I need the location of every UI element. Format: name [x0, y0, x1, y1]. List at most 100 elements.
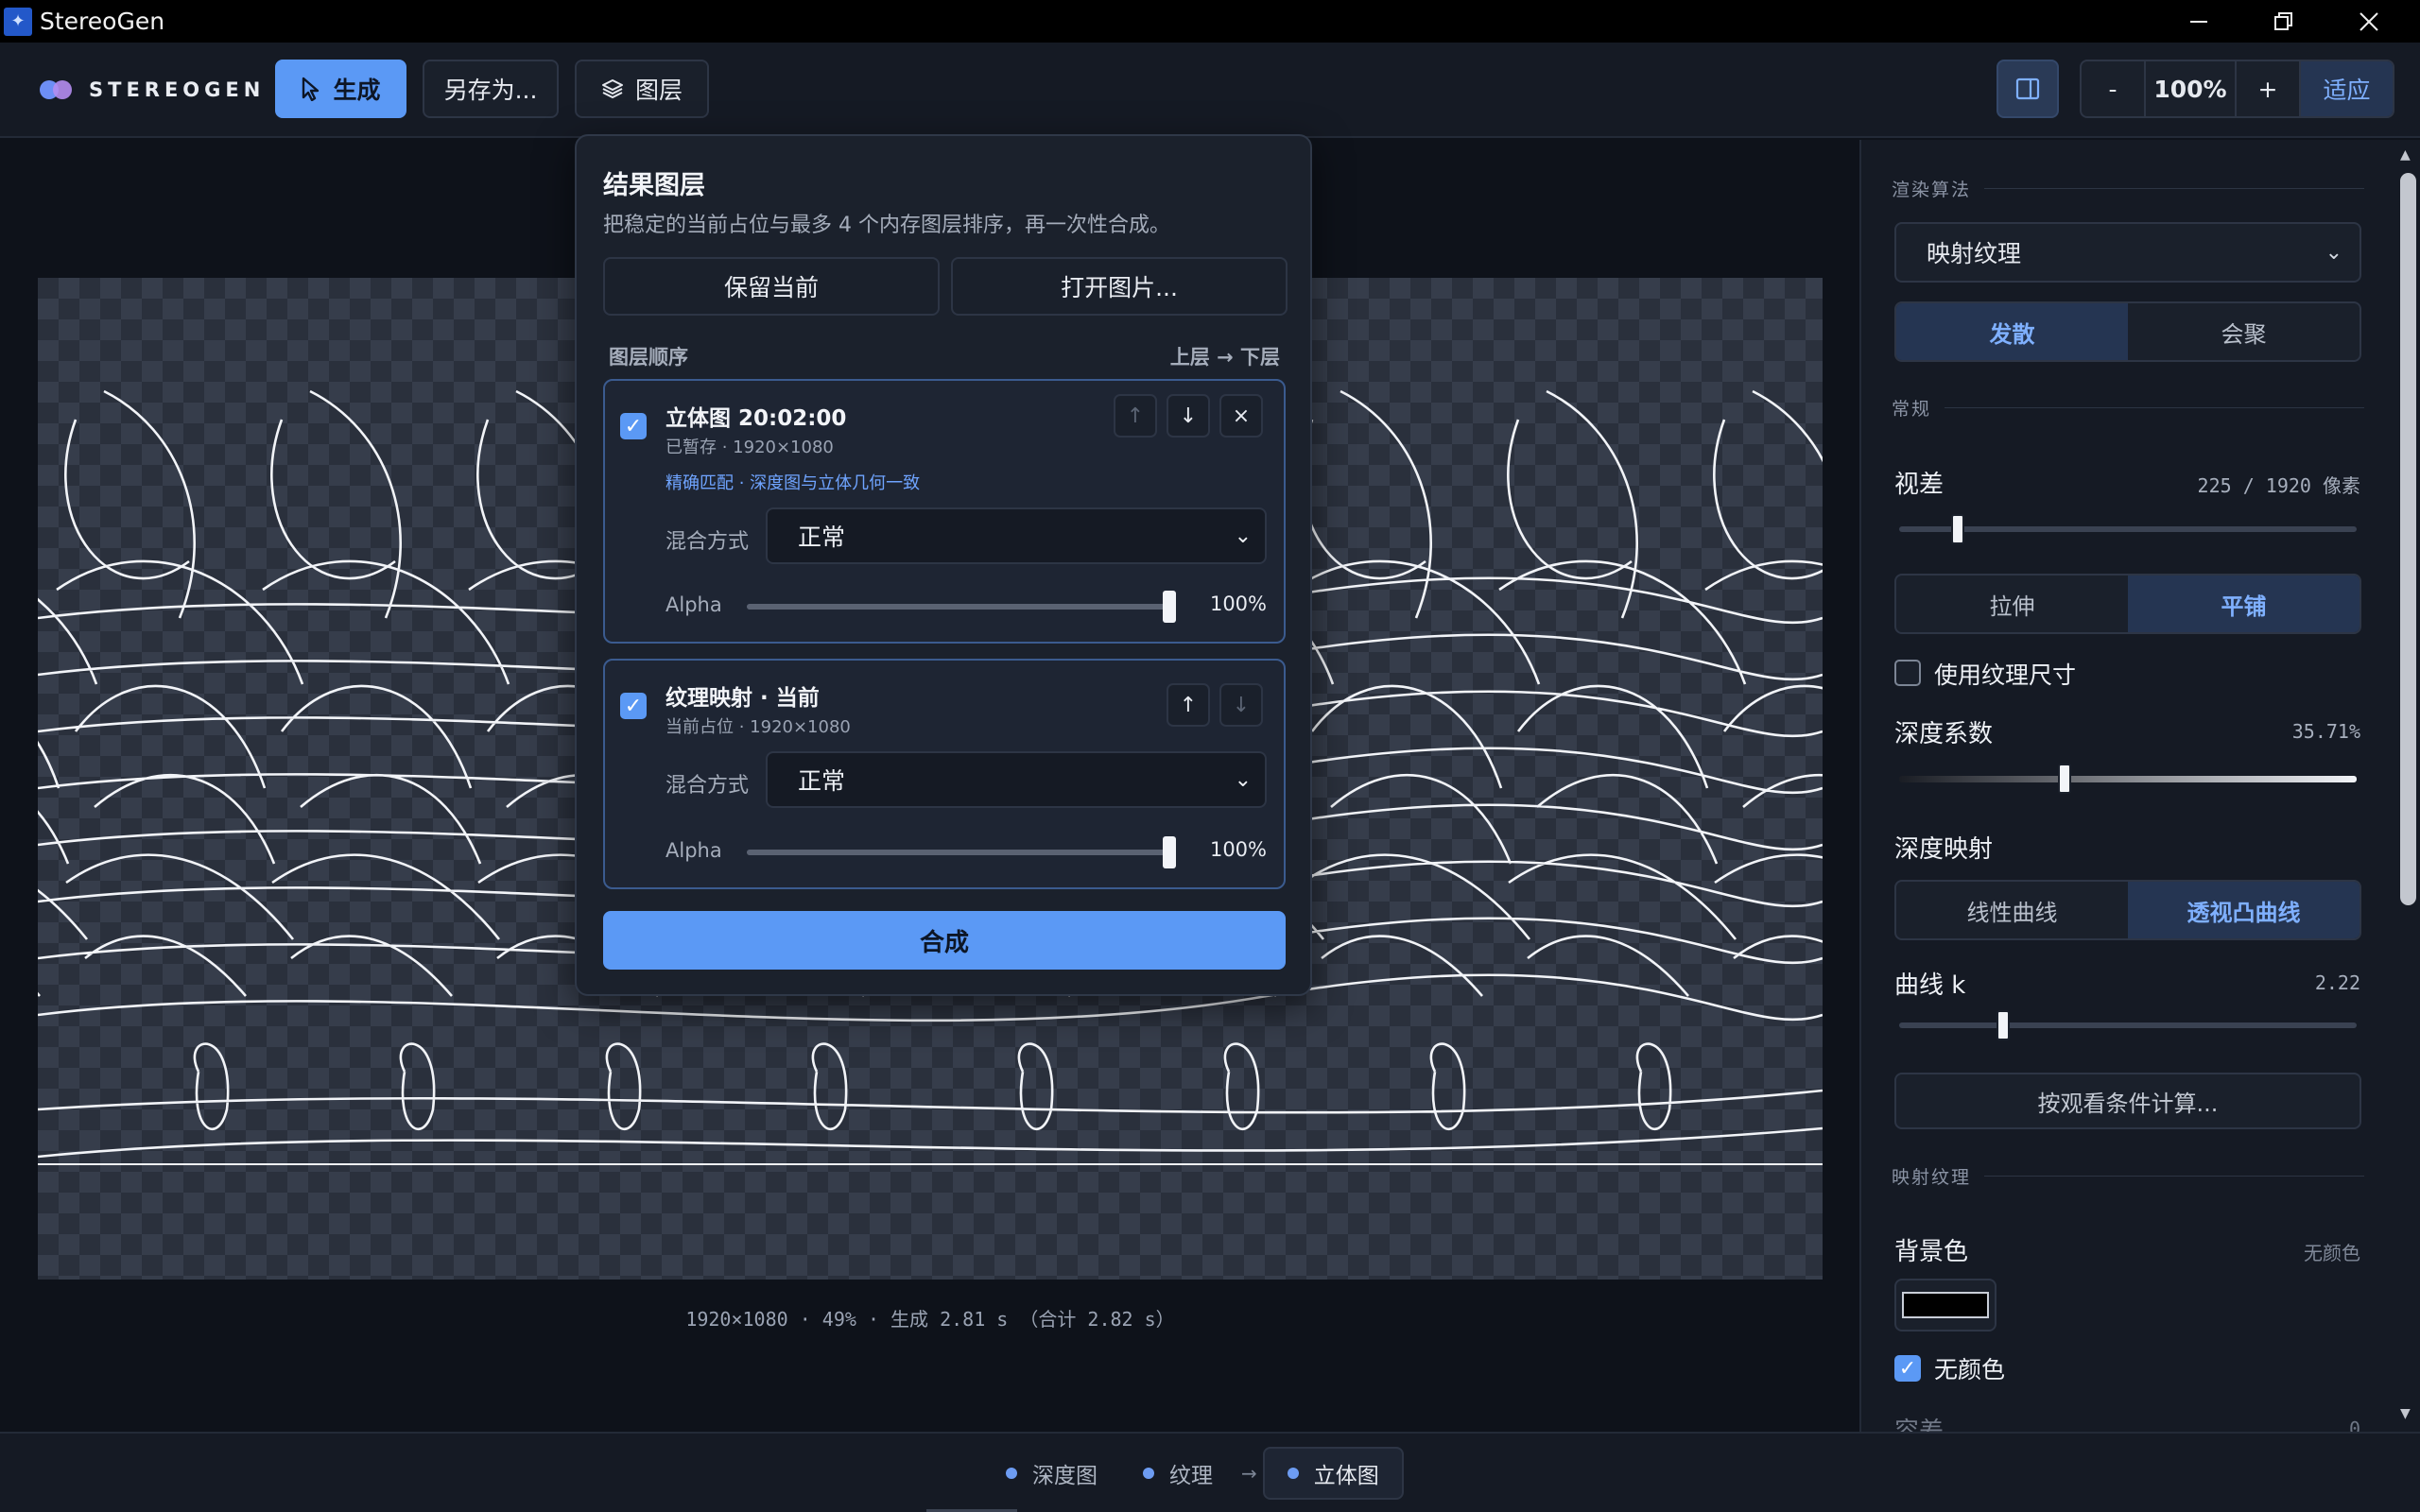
alpha-slider-fill	[747, 604, 1174, 610]
bg-color-label: 背景色	[1894, 1238, 1969, 1266]
blend-mode-select[interactable]: 正常 ⌄	[766, 507, 1267, 564]
zoom-in-button[interactable]: +	[2237, 61, 2301, 116]
sidebar-panel-icon	[2015, 77, 2040, 100]
bg-color-swatch[interactable]	[1894, 1279, 1996, 1332]
alpha-slider[interactable]	[747, 591, 1176, 623]
blend-mode-label: 混合方式	[666, 774, 750, 798]
canvas-status-text: 1920×1080 · 49% · 生成 2.81 s （合计 2.82 s）	[685, 1308, 1175, 1331]
alpha-slider-fill	[747, 850, 1174, 855]
perspective-curve-option[interactable]: 透视凸曲线	[2128, 882, 2360, 938]
keep-current-button[interactable]: 保留当前	[603, 257, 940, 316]
brand-logo: STEREOGEN	[40, 78, 265, 101]
alpha-slider[interactable]	[747, 836, 1176, 868]
zoom-level: 100%	[2146, 61, 2237, 116]
cursor-icon	[302, 77, 320, 101]
pipeline-bar: 深度图 纹理 → 立体图	[0, 1432, 2420, 1512]
scroll-up-icon[interactable]: ▲	[2400, 147, 2411, 163]
stretch-option[interactable]: 拉伸	[1896, 576, 2128, 632]
color-preview	[1902, 1292, 1989, 1318]
chevron-down-icon: ⌄	[1234, 524, 1252, 548]
layer-visible-checkbox[interactable]: ✓	[620, 693, 647, 719]
blend-mode-select[interactable]: 正常 ⌄	[766, 751, 1267, 808]
tolerance-label: 容差	[1894, 1418, 1945, 1432]
curve-k-value: 2.22	[2314, 971, 2360, 994]
scroll-down-icon[interactable]: ▼	[2400, 1406, 2411, 1421]
use-texture-size-checkbox[interactable]	[1894, 660, 1921, 686]
arrow-up-icon: ↑	[1179, 693, 1198, 717]
move-up-button[interactable]: ↑	[1114, 394, 1157, 438]
depth-factor-slider[interactable]	[1899, 764, 2357, 794]
linear-curve-option[interactable]: 线性曲线	[1896, 882, 2128, 938]
depth-factor-label: 深度系数	[1894, 720, 1994, 748]
settings-panel: 渲染算法 映射纹理 ⌄ 发散 会聚 常规 视差 225 / 1920 像素 拉伸…	[1859, 140, 2396, 1432]
depth-factor-value: 35.71%	[2291, 720, 2360, 743]
compose-button[interactable]: 合成	[603, 911, 1286, 970]
move-down-button[interactable]: ↓	[1167, 394, 1210, 438]
remove-layer-button[interactable]: ×	[1219, 394, 1263, 438]
layers-icon	[601, 79, 623, 99]
logo-text: STEREOGEN	[89, 78, 266, 101]
step-stereogram[interactable]: 立体图	[1262, 1447, 1404, 1500]
alpha-slider-thumb[interactable]	[1163, 591, 1176, 623]
open-image-button[interactable]: 打开图片...	[951, 257, 1288, 316]
blend-mode-value: 正常	[798, 524, 846, 551]
curve-k-slider[interactable]	[1899, 1010, 2357, 1040]
layer-visible-checkbox[interactable]: ✓	[620, 413, 647, 439]
parallax-label: 视差	[1894, 471, 1945, 499]
depth-factor-slider-thumb[interactable]	[2057, 764, 2071, 794]
layer-card: ✓ 纹理映射 · 当前 当前占位 · 1920×1080 ↑ ↓ 混合方式 正常…	[603, 659, 1286, 889]
settings-scrollbar[interactable]: ▲ ▼	[2396, 140, 2420, 1432]
layers-button[interactable]: 图层	[575, 60, 709, 118]
move-down-button[interactable]: ↓	[1219, 683, 1263, 727]
popover-title: 结果图层	[603, 171, 705, 200]
tolerance-value: 0	[2348, 1418, 2360, 1432]
divergent-option[interactable]: 发散	[1896, 303, 2128, 360]
layer-order-label: 图层顺序	[609, 346, 688, 369]
restore-icon[interactable]	[2243, 0, 2325, 43]
generate-button[interactable]: 生成	[275, 60, 406, 118]
layer-subtitle: 已暂存 · 1920×1080	[666, 438, 834, 457]
tile-mode-toggle: 拉伸 平铺	[1894, 574, 2361, 634]
texture-section-header: 映射纹理	[1892, 1163, 2364, 1189]
scrollbar-thumb[interactable]	[2400, 173, 2416, 905]
parallax-slider[interactable]	[1899, 514, 2357, 544]
step-depth-map[interactable]: 深度图	[983, 1447, 1120, 1500]
step-dot-icon	[1143, 1468, 1154, 1479]
blend-mode-label: 混合方式	[666, 530, 750, 554]
layer-order-direction: 上层 → 下层	[1169, 346, 1280, 369]
step-texture[interactable]: 纹理	[1120, 1447, 1236, 1500]
general-section-header: 常规	[1892, 395, 2364, 421]
move-up-button[interactable]: ↑	[1167, 683, 1210, 727]
zoom-controls: - 100% + 适应	[2080, 60, 2394, 118]
fit-button[interactable]: 适应	[2301, 61, 2393, 116]
algorithm-select[interactable]: 映射纹理 ⌄	[1894, 222, 2361, 283]
layer-match-note: 精确匹配 · 深度图与立体几何一致	[666, 473, 921, 493]
depth-mapping-toggle: 线性曲线 透视凸曲线	[1894, 880, 2361, 940]
curve-k-slider-thumb[interactable]	[1996, 1010, 2011, 1040]
compute-by-viewing-button[interactable]: 按观看条件计算...	[1894, 1073, 2361, 1129]
tile-option[interactable]: 平铺	[2128, 576, 2360, 632]
alpha-slider-thumb[interactable]	[1163, 836, 1176, 868]
close-icon[interactable]	[2328, 0, 2410, 43]
pipeline-steps: 深度图 纹理 → 立体图	[983, 1447, 1404, 1500]
alpha-label: Alpha	[666, 839, 722, 862]
no-color-checkbox[interactable]: ✓	[1894, 1355, 1921, 1382]
use-texture-size-label: 使用纹理尺寸	[1934, 662, 2077, 689]
convergent-option[interactable]: 会聚	[2128, 303, 2360, 360]
bg-color-value: 无颜色	[2304, 1242, 2360, 1264]
parallax-slider-thumb[interactable]	[1950, 514, 1964, 544]
zoom-out-button[interactable]: -	[2082, 61, 2146, 116]
toggle-panel-button[interactable]	[1996, 60, 2059, 118]
alpha-label: Alpha	[666, 593, 722, 616]
save-as-button[interactable]: 另存为...	[423, 60, 559, 118]
pipeline-arrow: →	[1241, 1462, 1257, 1485]
toolbar: STEREOGEN 生成 另存为... 图层 - 100% + 适应	[0, 43, 2420, 138]
layers-label: 图层	[634, 77, 683, 104]
layer-name: 立体图 20:02:00	[666, 406, 847, 431]
logo-dots-icon	[40, 79, 74, 100]
minimize-icon[interactable]	[2158, 0, 2239, 43]
chevron-down-icon: ⌄	[1234, 768, 1252, 792]
no-color-label: 无颜色	[1934, 1356, 2006, 1383]
layer-name: 纹理映射 · 当前	[666, 686, 820, 711]
layers-popover: 结果图层 把稳定的当前占位与最多 4 个内存图层排序，再一次性合成。 保留当前 …	[575, 134, 1312, 996]
